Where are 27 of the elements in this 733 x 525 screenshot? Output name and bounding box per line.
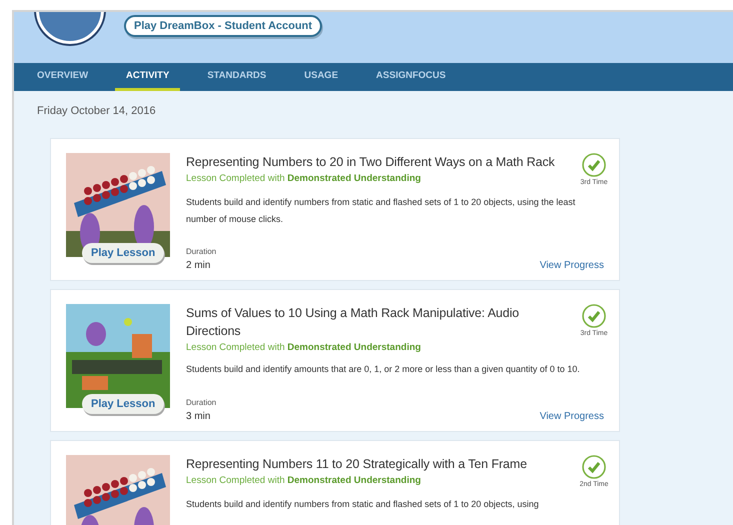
nav-tab[interactable]: USAGE: [293, 63, 350, 91]
check-icon: [582, 455, 606, 479]
nav-tab[interactable]: ASSIGNFOCUS: [365, 63, 457, 91]
lesson-status: Lesson Completed with Demonstrated Understanding: [186, 173, 422, 184]
lesson-title: Representing Numbers to 20 in Two Different Ways on a Math Rack: [186, 154, 556, 171]
nav-tab[interactable]: STANDARDS: [196, 63, 278, 91]
duration-value: 2 min: [186, 260, 212, 271]
lesson-status: Lesson Completed with Demonstrated Understanding: [186, 475, 422, 486]
lesson-title: Sums of Values to 10 Using a Math Rack Manipulative: Audio Directions: [186, 305, 520, 340]
nav-tab[interactable]: ACTIVITY: [115, 63, 180, 91]
lesson-status: Lesson Completed with Demonstrated Understanding: [186, 342, 422, 353]
duration-value: 3 min: [186, 411, 212, 422]
duration-label: Duration: [186, 398, 216, 407]
lesson-description: Students build and identify numbers from static and flashed sets of 1 to 20 objects, using the least number of mouse clicks.: [186, 196, 576, 226]
nav-tab[interactable]: OVERVIEW: [26, 63, 100, 91]
account-button[interactable]: Play DreamBox - Student Account: [124, 15, 322, 37]
duration-label: Duration: [186, 247, 216, 256]
play-lesson-button[interactable]: Play Lesson: [82, 394, 164, 414]
check-icon: [582, 304, 606, 328]
lesson-description: Students build and identify numbers from static and flashed sets of 1 to 20 objects, using: [186, 498, 540, 511]
play-lesson-button[interactable]: Play Lesson: [82, 243, 164, 263]
check-icon: [582, 153, 606, 177]
date-heading: Friday October 14, 2016: [37, 105, 156, 117]
lesson-title: Representing Numbers 11 to 20 Strategically with a Ten Frame: [186, 456, 528, 473]
lesson-description: Students build and identify amounts that are 0, 1, or 2 more or less than a given quantity of 0 to 10.: [186, 363, 581, 376]
view-progress-link[interactable]: View Progress: [540, 411, 604, 422]
view-progress-link[interactable]: View Progress: [540, 260, 604, 271]
